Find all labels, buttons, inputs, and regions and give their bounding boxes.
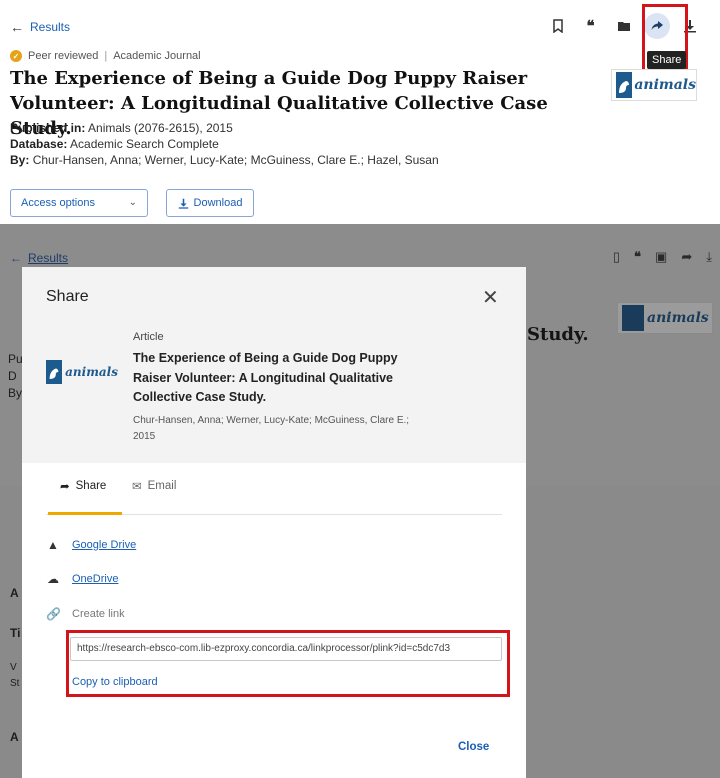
- quote-icon: ❝: [634, 249, 642, 264]
- results-link-label: Results: [30, 20, 71, 34]
- dimmed-title-fragment: Study.: [527, 324, 589, 345]
- authors-info: By: Chur-Hansen, Anna; Werner, Lucy-Kate…: [10, 153, 439, 167]
- tab-share[interactable]: ➦ Share: [60, 479, 106, 493]
- modal-title: Share: [46, 288, 89, 305]
- published-value: Animals (2076-2615), 2015: [88, 121, 233, 135]
- active-tab-indicator: [48, 512, 122, 515]
- tab-share-label: Share: [75, 480, 107, 492]
- quote-icon: ❝: [586, 18, 595, 35]
- dimmed-toolbar: ▯ ❝ ▣ ➦ ⤓: [613, 249, 712, 265]
- folder-icon: ▣: [655, 249, 668, 264]
- dimmed-journal-logo: animals: [617, 302, 713, 334]
- database-label: Database:: [10, 137, 68, 151]
- dimmed-letter: V: [10, 662, 17, 673]
- results-back-link[interactable]: ← Results: [10, 19, 70, 35]
- cloud-icon: ☁: [47, 572, 59, 586]
- journal-logo: animals: [611, 69, 697, 101]
- cite-button[interactable]: ❝: [574, 16, 607, 36]
- bookmark-icon: ▯: [612, 249, 621, 264]
- dimmed-logo-text: animals: [647, 310, 709, 326]
- journal-logo-mark: [616, 72, 633, 98]
- share-modal: Share ✕ animals Article The Experience o…: [22, 267, 526, 778]
- share-arrow-icon: ➦: [60, 481, 70, 493]
- add-to-folder-button[interactable]: [607, 16, 640, 36]
- email-icon: ✉: [132, 481, 142, 493]
- close-icon[interactable]: ✕: [482, 285, 499, 310]
- google-drive-icon: ▲: [47, 538, 59, 552]
- share-option-google-drive[interactable]: ▲ Google Drive: [46, 538, 136, 552]
- tab-email-label: Email: [147, 480, 177, 492]
- bookmark-button[interactable]: [541, 16, 574, 36]
- access-options-dropdown[interactable]: Access options ⌄: [10, 189, 148, 217]
- dimmed-letter: A: [10, 586, 19, 600]
- create-link-label: Create link: [72, 608, 125, 620]
- close-button[interactable]: Close: [458, 741, 489, 753]
- link-highlight-box: [66, 630, 510, 697]
- dimmed-letter: Pu: [8, 352, 23, 366]
- bookmark-icon: [552, 19, 563, 33]
- article-logo-text: animals: [65, 365, 118, 379]
- folder-icon: [617, 22, 630, 31]
- database-info: Database: Academic Search Complete: [10, 137, 219, 151]
- google-drive-link[interactable]: Google Drive: [72, 539, 136, 551]
- tab-email[interactable]: ✉ Email: [132, 479, 176, 493]
- share-tooltip: Share: [647, 51, 687, 69]
- meta-divider: |: [104, 50, 108, 62]
- authors-value: Chur-Hansen, Anna; Werner, Lucy-Kate; Mc…: [32, 153, 439, 167]
- back-arrow-icon: ←: [10, 251, 22, 265]
- share-modal-header: Share ✕ animals Article The Experience o…: [22, 267, 526, 463]
- onedrive-link[interactable]: OneDrive: [72, 573, 118, 585]
- link-icon: 🔗: [46, 607, 61, 621]
- published-label: Published in:: [10, 121, 86, 135]
- publication-meta: ✓ Peer reviewed | Academic Journal: [10, 50, 201, 62]
- share-tabs: ➦ Share ✉ Email: [46, 463, 502, 515]
- article-logo-mark: [46, 360, 63, 384]
- article-type: Article: [133, 331, 164, 343]
- dimmed-letter: Ti: [10, 626, 21, 640]
- peer-reviewed-label: Peer reviewed: [28, 50, 99, 62]
- journal-logo-text: animals: [634, 77, 696, 93]
- access-options-label: Access options: [21, 197, 95, 209]
- dimmed-logo-mark: [622, 305, 644, 331]
- publication-type: Academic Journal: [113, 50, 201, 62]
- peer-reviewed-icon: ✓: [10, 50, 22, 62]
- database-value: Academic Search Complete: [70, 137, 219, 151]
- dimmed-results-label: Results: [28, 251, 69, 265]
- back-arrow-icon: ←: [10, 19, 24, 35]
- article-authors: Chur-Hansen, Anna; Werner, Lucy-Kate; Mc…: [133, 415, 410, 442]
- article-title: The Experience of Being a Guide Dog Pupp…: [133, 351, 398, 404]
- download-button-label: Download: [193, 197, 243, 209]
- published-in: Published in: Animals (2076-2615), 2015: [10, 121, 233, 135]
- download-button[interactable]: Download: [166, 189, 254, 217]
- dimmed-letter: By: [8, 386, 23, 400]
- share-option-onedrive[interactable]: ☁ OneDrive: [46, 572, 118, 586]
- dimmed-letter: D: [8, 369, 17, 383]
- dimmed-results-link: ← Results: [10, 251, 68, 265]
- record-panel: ← Results ❝ Share ✓ Peer reviewed | Acad…: [0, 0, 720, 224]
- share-arrow-icon: ➦: [681, 249, 693, 264]
- download-icon: [178, 198, 188, 209]
- share-option-create-link: 🔗 Create link: [46, 607, 125, 621]
- chevron-down-icon: ⌄: [128, 197, 137, 208]
- dimmed-letter: St: [10, 678, 20, 689]
- dimmed-letter: A: [10, 730, 19, 744]
- by-label: By:: [10, 153, 30, 167]
- article-journal-logo: animals: [46, 360, 118, 384]
- download-icon: ⤓: [706, 249, 712, 264]
